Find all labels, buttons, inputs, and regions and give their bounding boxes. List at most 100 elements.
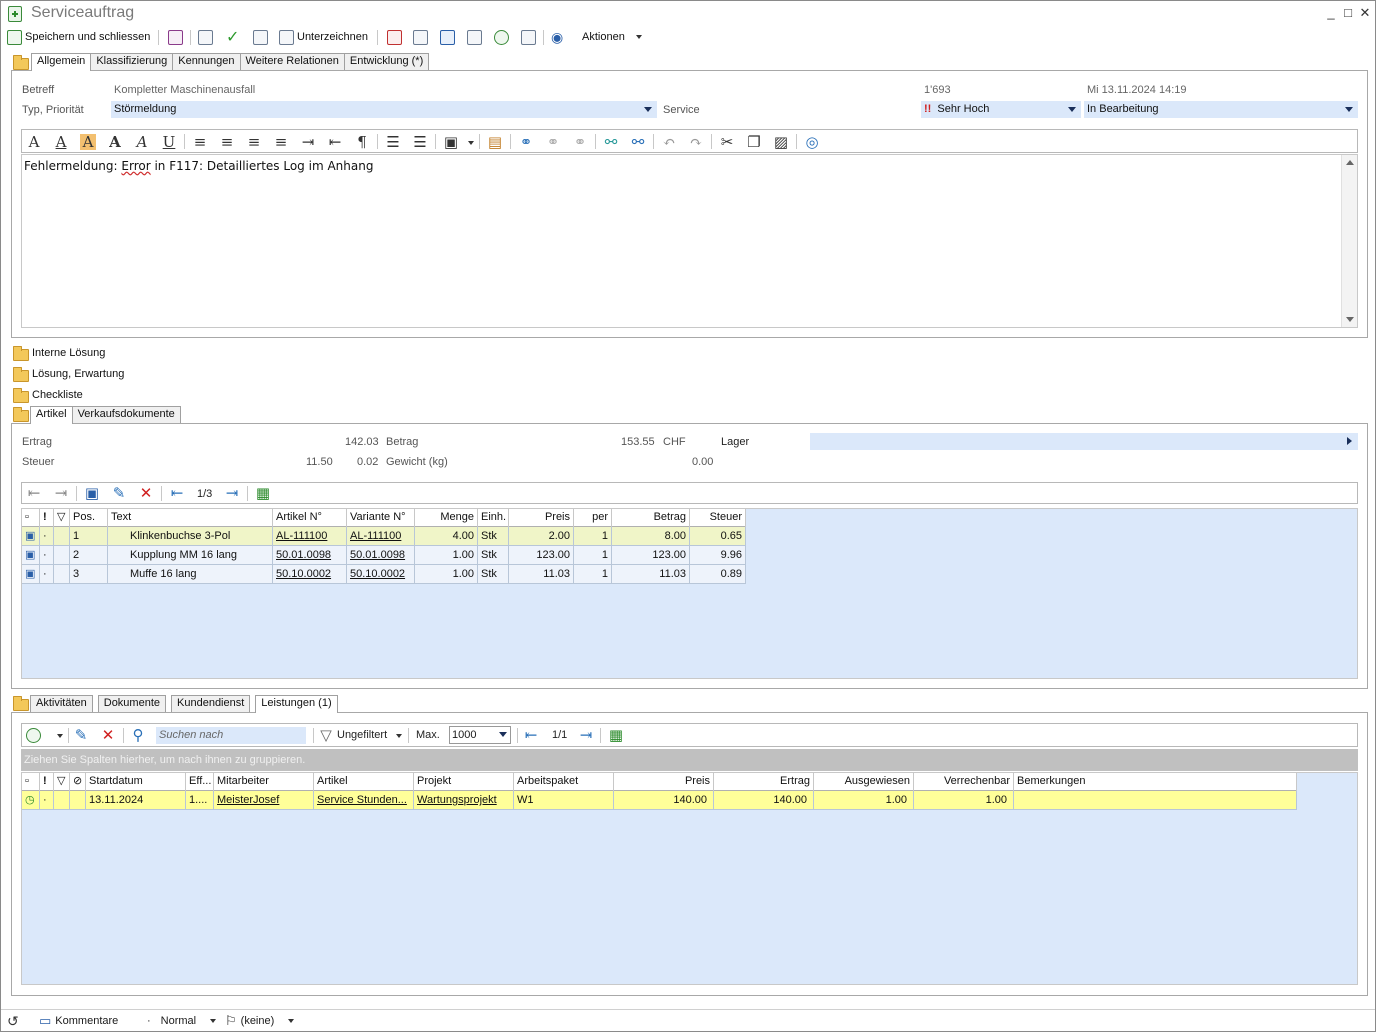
cell-variante-link[interactable]: 50.01.0098 (347, 546, 415, 565)
first-page-icon[interactable]: ⇤ (523, 727, 539, 743)
last-page-icon[interactable]: ⇥ (224, 485, 240, 501)
actions-menu[interactable]: Aktionen (582, 28, 642, 46)
italic-icon[interactable]: A (134, 134, 150, 150)
bullet-list-icon[interactable]: ☰ (385, 134, 401, 150)
attach-doc-button[interactable] (440, 28, 455, 46)
col-text[interactable]: Text (108, 509, 273, 527)
web-document-icon[interactable]: ◎ (804, 134, 820, 150)
chevron-down-icon[interactable] (468, 141, 474, 145)
doc-column-icon[interactable]: ▫ (22, 509, 40, 527)
copy-icon[interactable]: ❐ (746, 134, 762, 150)
priority-select[interactable]: !! Sehr Hoch (921, 101, 1081, 118)
lager-select[interactable] (810, 433, 1358, 450)
max-input[interactable]: 1000 (449, 726, 511, 744)
filter-column-icon[interactable]: ▽ (54, 773, 70, 791)
type-select[interactable]: Störmeldung (111, 101, 657, 118)
scroll-down-icon[interactable] (1346, 317, 1354, 322)
save-button[interactable] (168, 28, 183, 46)
subject-value[interactable]: Kompletter Maschinenausfall (114, 84, 255, 96)
col-per[interactable]: per (574, 509, 612, 527)
tab-verkaufsdokumente[interactable]: Verkaufsdokumente (71, 406, 181, 423)
excel-export-icon[interactable]: ▦ (255, 485, 271, 501)
delete-icon[interactable]: ✕ (100, 727, 116, 743)
col-preis[interactable]: Preis (614, 773, 714, 791)
cell-variante-link[interactable]: AL-111100 (347, 527, 415, 546)
bold-icon[interactable]: A (107, 134, 123, 150)
time-button[interactable] (494, 28, 509, 46)
link-add-icon[interactable]: ⚭ (518, 134, 534, 150)
outdent-icon[interactable]: ⇤ (327, 134, 343, 150)
cell-mitarbeiter-link[interactable]: MeisterJosef (214, 791, 314, 810)
paragraph-icon[interactable]: ¶ (354, 134, 370, 150)
col-pos[interactable]: Pos. (70, 509, 108, 527)
undo-icon[interactable]: ↶ (661, 134, 677, 150)
attachment-column-icon[interactable]: ⊘ (70, 773, 86, 791)
dropdown-arrow-icon[interactable] (499, 732, 507, 737)
close-button[interactable]: ✕ (1357, 5, 1373, 21)
outdent-row-icon[interactable]: ⇤ (26, 485, 42, 501)
history-button[interactable]: ↺ (7, 1013, 19, 1029)
search-icon[interactable]: ⚲ (130, 727, 146, 743)
col-mitarbeiter[interactable]: Mitarbeiter (214, 773, 314, 791)
align-right-icon[interactable]: ≡ (273, 134, 289, 150)
table-row[interactable]: ▣ · 1 Klinkenbuchse 3-Pol AL-111100 AL-1… (22, 527, 746, 546)
cell-variante-link[interactable]: 50.10.0002 (347, 565, 415, 584)
indent-icon[interactable]: ⇥ (300, 134, 316, 150)
alert-column-icon[interactable]: ! (40, 509, 54, 527)
cell-artikel-link[interactable]: 50.01.0098 (273, 546, 347, 565)
status-select[interactable]: In Bearbeitung (1084, 101, 1358, 118)
confirm-button[interactable]: ✓ (226, 28, 239, 46)
indent-row-icon[interactable]: ⇥ (53, 485, 69, 501)
save-close-button[interactable]: Speichern und schliessen (7, 28, 150, 46)
search-input[interactable]: Suchen nach (156, 727, 306, 744)
tab-aktivitaeten[interactable]: Aktivitäten (30, 695, 93, 712)
col-artikel[interactable]: Artikel N° (273, 509, 347, 527)
chevron-down-icon[interactable] (396, 734, 402, 738)
col-einh[interactable]: Einh. (478, 509, 509, 527)
col-verrechenbar[interactable]: Verrechenbar (914, 773, 1014, 791)
col-variante[interactable]: Variante N° (347, 509, 415, 527)
filter-select[interactable]: Ungefiltert (337, 729, 387, 741)
tab-kundendienst[interactable]: Kundendienst (171, 695, 251, 712)
col-eff[interactable]: Eff... (186, 773, 214, 791)
cell-artikel-link[interactable]: AL-111100 (273, 527, 347, 546)
col-artikel[interactable]: Artikel (314, 773, 414, 791)
excel-export-icon[interactable]: ▦ (608, 727, 624, 743)
share-add-icon[interactable]: ⚯ (603, 134, 619, 150)
cut-icon[interactable]: ✂ (719, 134, 735, 150)
sign-button[interactable]: Unterzeichnen (279, 28, 368, 46)
template-icon[interactable]: ▤ (487, 134, 503, 150)
report-button[interactable] (387, 28, 402, 46)
share-icon[interactable]: ⚯ (630, 134, 646, 150)
tab-artikel[interactable]: Artikel (30, 406, 73, 424)
filter-icon[interactable]: ▽ (318, 727, 334, 743)
view-button[interactable]: ◉ (551, 28, 563, 46)
scroll-up-icon[interactable] (1346, 160, 1354, 165)
flag-select[interactable]: ⚐ (keine) (225, 1013, 295, 1029)
new-article-icon[interactable]: ▣ (84, 485, 100, 501)
cell-projekt-link[interactable]: Wartungsprojekt (414, 791, 514, 810)
last-page-icon[interactable]: ⇥ (578, 727, 594, 743)
col-steuer[interactable]: Steuer (690, 509, 746, 527)
col-ausgewiesen[interactable]: Ausgewiesen (814, 773, 914, 791)
print-button[interactable] (467, 28, 482, 46)
editor-text[interactable]: Fehlermeldung: Error in F117: Detaillier… (24, 159, 373, 173)
tab-entwicklung[interactable]: Entwicklung (*) (343, 53, 430, 70)
chevron-down-icon[interactable] (57, 734, 63, 738)
maximize-button[interactable]: □ (1340, 5, 1356, 20)
tab-allgemein[interactable]: Allgemein (31, 53, 92, 71)
font-icon[interactable]: A (26, 134, 42, 150)
tab-kennungen[interactable]: Kennungen (172, 53, 241, 70)
tab-klassifizierung[interactable]: Klassifizierung (90, 53, 174, 70)
highlight-icon[interactable]: A (80, 134, 96, 150)
doc-column-icon[interactable]: ▫ (22, 773, 40, 791)
editor-scrollbar[interactable] (1341, 155, 1357, 327)
tab-leistungen[interactable]: Leistungen (1) (255, 695, 338, 713)
paste-icon[interactable]: ▨ (773, 134, 789, 150)
email-button[interactable] (413, 28, 428, 46)
font-color-icon[interactable]: A (53, 134, 69, 150)
link-remove-icon[interactable]: ⚭ (572, 134, 588, 150)
justify-icon[interactable]: ≡ (192, 134, 208, 150)
table-row[interactable]: ▣ · 3 Muffe 16 lang 50.10.0002 50.10.000… (22, 565, 746, 584)
redo-icon[interactable]: ↷ (688, 134, 704, 150)
